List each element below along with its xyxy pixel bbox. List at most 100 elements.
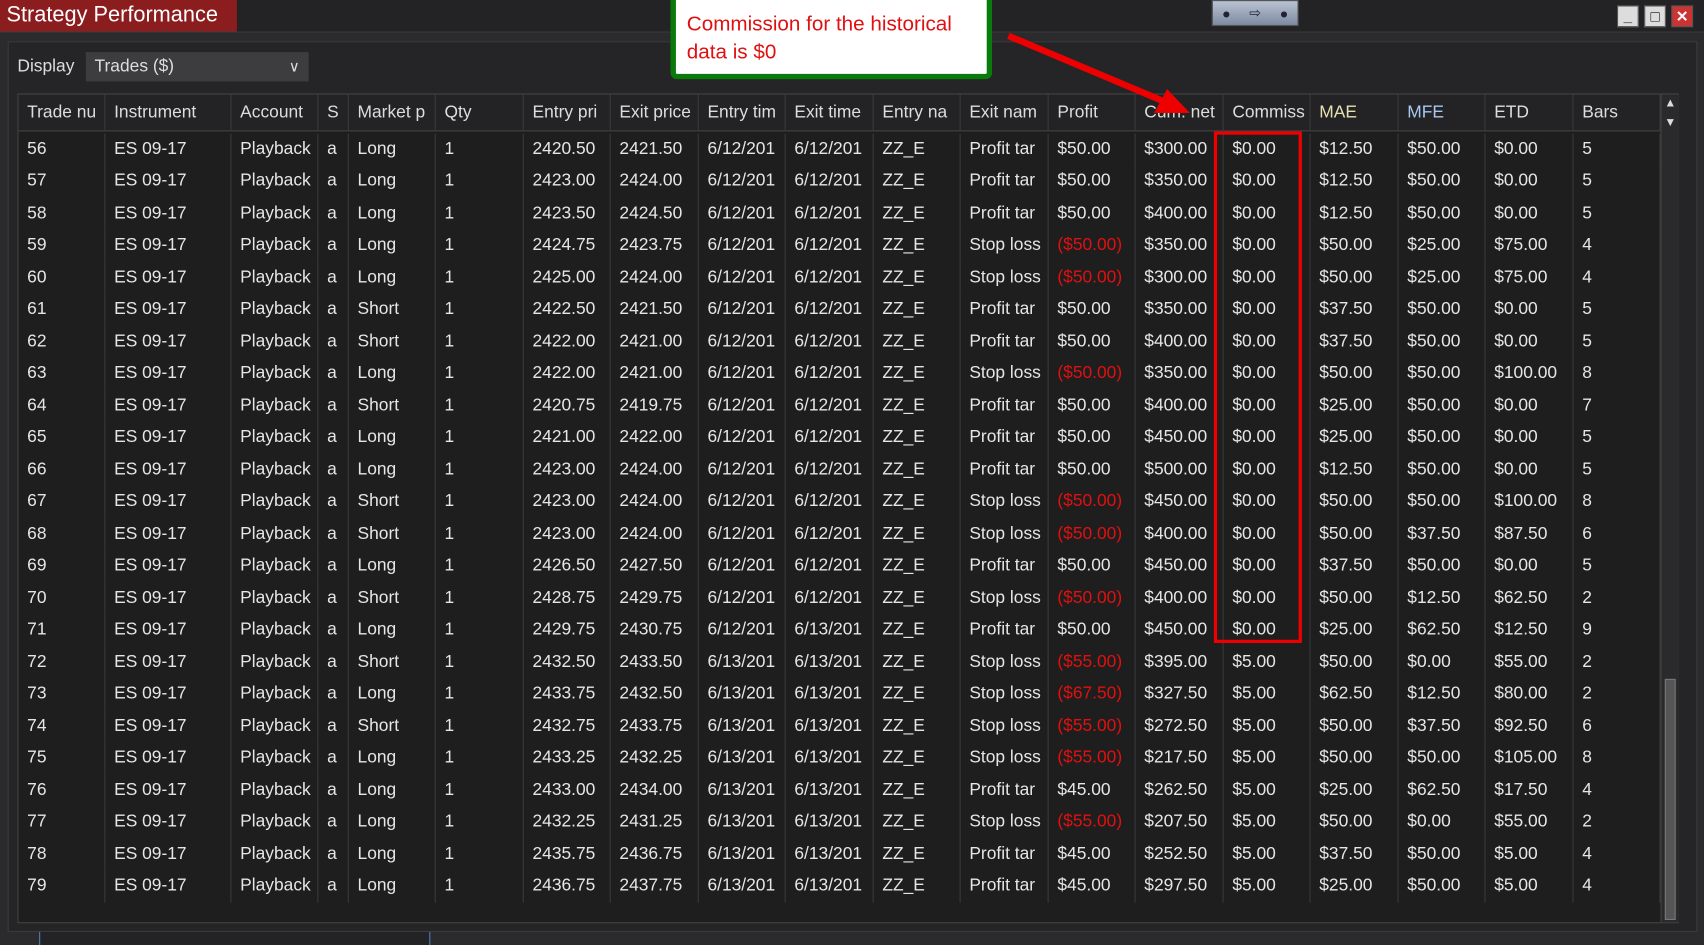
table-row[interactable]: 79 ES 09-17 Playback a Long 1 2436.75 2437.75 6/… [18, 870, 1661, 903]
cell-account: Playback [231, 165, 319, 198]
cell-account: Playback [231, 774, 319, 807]
cell-market-p: Long [349, 774, 436, 807]
cell-exit-price: 2431.25 [611, 806, 699, 839]
table-row[interactable]: 72 ES 09-17 Playback a Short 1 2432.50 2433.50 6… [18, 645, 1661, 678]
table-row[interactable]: 74 ES 09-17 Playback a Short 1 2432.75 2433.75 6… [18, 709, 1661, 743]
display-dropdown[interactable]: Trades ($) ∨ [85, 52, 309, 82]
column-header[interactable]: Account [231, 94, 319, 132]
table-row[interactable]: 73 ES 09-17 Playback a Long 1 2433.75 2432.50 6/… [18, 677, 1661, 711]
cell-etd: $0.00 [1486, 325, 1574, 358]
cell-exit-price: 2424.00 [611, 453, 699, 486]
cell-entry-tim: 6/13/201 [699, 838, 786, 871]
minimize-button[interactable]: _ [1617, 5, 1639, 28]
cell-s: a [318, 485, 349, 518]
vertical-scrollbar[interactable]: ▲ ▼ [1660, 94, 1679, 923]
cell-instrument: ES 09-17 [105, 677, 232, 711]
cell-bars: 4 [1574, 229, 1661, 262]
record-icon[interactable]: ● [1222, 5, 1231, 21]
table-row[interactable]: 62 ES 09-17 Playback a Short 1 2422.00 2421.00 6… [18, 325, 1661, 358]
table-row[interactable]: 67 ES 09-17 Playback a Short 1 2423.00 2424.00 6… [18, 485, 1661, 518]
cell-entry-pri: 2421.00 [524, 421, 611, 454]
column-header[interactable]: Trade nu [18, 94, 106, 132]
table-row[interactable]: 56 ES 09-17 Playback a Long 1 2420.50 2421.50 6/… [18, 133, 1661, 166]
scroll-up-icon[interactable]: ▲ [1662, 97, 1679, 110]
cell-entry-na: ZZ_E [874, 709, 961, 743]
cell-exit-time: 6/12/201 [786, 389, 874, 422]
cell-entry-tim: 6/12/201 [699, 229, 786, 262]
column-header[interactable]: Exit price [611, 94, 699, 132]
cell-exit-nam: Profit tar [961, 613, 1049, 646]
circle-icon[interactable]: ● [1280, 5, 1289, 21]
cell-exit-price: 2436.75 [611, 838, 699, 871]
table-row[interactable]: 58 ES 09-17 Playback a Long 1 2423.50 2424.50 6/… [18, 197, 1661, 230]
table-row[interactable]: 65 ES 09-17 Playback a Long 1 2421.00 2422.00 6/… [18, 421, 1661, 454]
scroll-thumb[interactable] [1664, 678, 1676, 921]
cell-trade-nu: 67 [18, 485, 106, 518]
cell-cum-net: $450.00 [1136, 485, 1224, 518]
cell-bars: 2 [1574, 581, 1661, 614]
export-icon[interactable]: ⇨ [1249, 4, 1261, 21]
table-row[interactable]: 60 ES 09-17 Playback a Long 1 2425.00 2424.00 6/… [18, 261, 1661, 294]
cell-market-p: Short [349, 325, 436, 358]
column-header[interactable]: Commiss [1224, 94, 1311, 132]
cell-exit-time: 6/12/201 [786, 197, 874, 230]
column-header[interactable]: Exit time [786, 94, 874, 132]
column-header[interactable]: Instrument [105, 94, 232, 132]
cell-commiss: $0.00 [1224, 165, 1311, 198]
table-row[interactable]: 69 ES 09-17 Playback a Long 1 2426.50 2427.50 6/… [18, 549, 1661, 582]
table-row[interactable]: 75 ES 09-17 Playback a Long 1 2433.25 2432.25 6/… [18, 741, 1661, 775]
cell-bars: 7 [1574, 389, 1661, 422]
cell-entry-pri: 2420.75 [524, 389, 611, 422]
cell-exit-price: 2432.25 [611, 741, 699, 775]
cell-s: a [318, 549, 349, 582]
bottom-tab[interactable] [39, 931, 431, 945]
cell-profit: ($55.00) [1049, 741, 1136, 775]
column-header[interactable]: ETD [1486, 94, 1574, 132]
cell-exit-price: 2432.50 [611, 677, 699, 711]
table-row[interactable]: 70 ES 09-17 Playback a Short 1 2428.75 2429.75 6… [18, 581, 1661, 614]
maximize-button[interactable]: □ [1644, 5, 1666, 28]
cell-profit: ($50.00) [1049, 229, 1136, 262]
column-header[interactable]: Entry tim [699, 94, 786, 132]
column-header[interactable]: Exit nam [961, 94, 1049, 132]
column-header[interactable]: MFE [1399, 94, 1486, 132]
table-row[interactable]: 61 ES 09-17 Playback a Short 1 2422.50 2421.50 6… [18, 293, 1661, 326]
column-header[interactable]: S [318, 94, 349, 132]
cell-market-p: Short [349, 485, 436, 518]
column-header[interactable]: Entry na [874, 94, 961, 132]
column-header[interactable]: Market p [349, 94, 436, 132]
table-row[interactable]: 66 ES 09-17 Playback a Long 1 2423.00 2424.00 6/… [18, 453, 1661, 486]
table-row[interactable]: 68 ES 09-17 Playback a Short 1 2423.00 2424.00 6… [18, 517, 1661, 550]
table-row[interactable]: 71 ES 09-17 Playback a Long 1 2429.75 2430.75 6/… [18, 613, 1661, 646]
cell-etd: $75.00 [1486, 261, 1574, 294]
column-header[interactable]: Entry pri [524, 94, 611, 132]
cell-bars: 4 [1574, 261, 1661, 294]
cell-entry-na: ZZ_E [874, 774, 961, 807]
cell-etd: $0.00 [1486, 453, 1574, 486]
table-row[interactable]: 77 ES 09-17 Playback a Long 1 2432.25 2431.25 6/… [18, 806, 1661, 839]
cell-commiss: $0.00 [1224, 485, 1311, 518]
column-header[interactable]: MAE [1311, 94, 1399, 132]
cell-entry-tim: 6/12/201 [699, 549, 786, 582]
cell-qty: 1 [436, 421, 524, 454]
cell-bars: 4 [1574, 838, 1661, 871]
table-row[interactable]: 78 ES 09-17 Playback a Long 1 2435.75 2436.75 6/… [18, 838, 1661, 871]
cell-bars: 5 [1574, 133, 1661, 166]
table-row[interactable]: 76 ES 09-17 Playback a Long 1 2433.00 2434.00 6/… [18, 774, 1661, 807]
cell-bars: 8 [1574, 357, 1661, 390]
table-row[interactable]: 64 ES 09-17 Playback a Short 1 2420.75 2419.75 6… [18, 389, 1661, 422]
column-header[interactable]: Cum. net [1136, 94, 1224, 132]
cell-etd: $0.00 [1486, 389, 1574, 422]
cell-mfe: $62.50 [1399, 613, 1486, 646]
close-button[interactable]: ✕ [1671, 5, 1694, 28]
cell-trade-nu: 77 [18, 806, 106, 839]
cell-mae: $12.50 [1311, 453, 1399, 486]
column-header[interactable]: Bars [1574, 94, 1661, 132]
table-row[interactable]: 63 ES 09-17 Playback a Long 1 2422.00 2421.00 6/… [18, 357, 1661, 390]
table-row[interactable]: 57 ES 09-17 Playback a Long 1 2423.00 2424.00 6/… [18, 165, 1661, 198]
column-header[interactable]: Profit [1049, 94, 1136, 132]
column-header[interactable]: Qty [436, 94, 524, 132]
cell-exit-time: 6/12/201 [786, 229, 874, 262]
scroll-down-icon[interactable]: ▼ [1662, 116, 1679, 129]
table-row[interactable]: 59 ES 09-17 Playback a Long 1 2424.75 2423.75 6/… [18, 229, 1661, 262]
